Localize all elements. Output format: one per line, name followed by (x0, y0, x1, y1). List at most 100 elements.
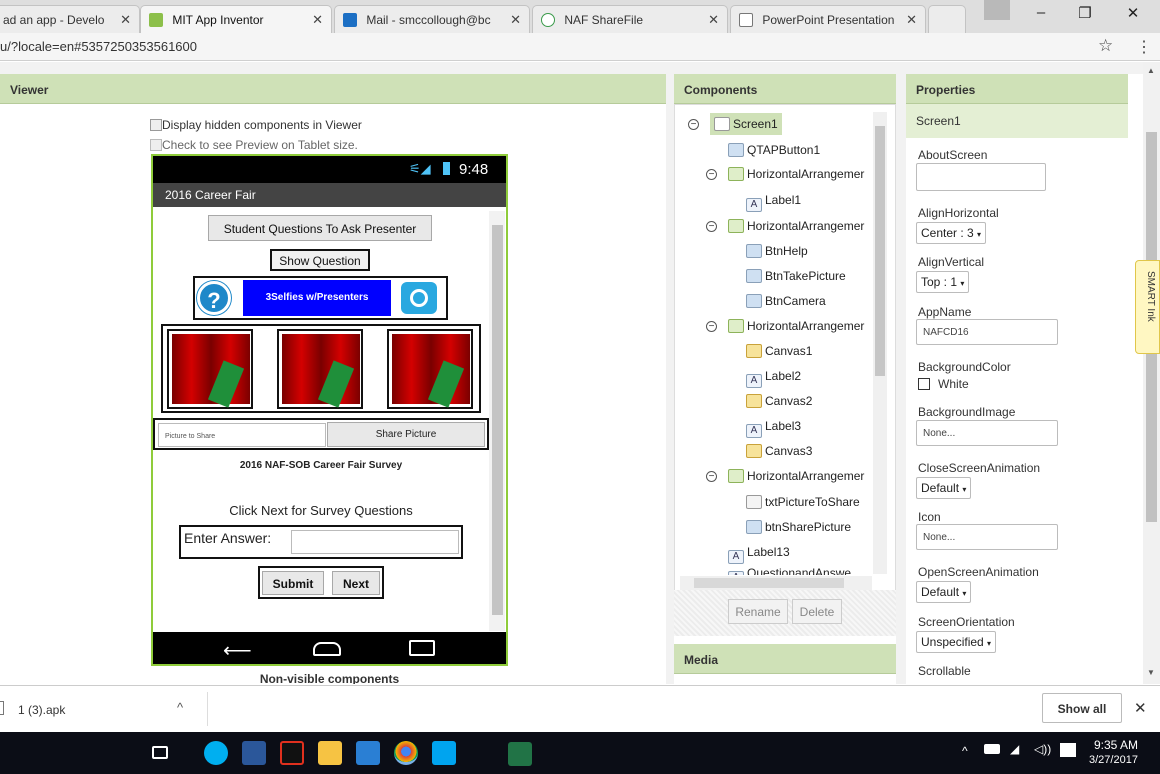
bookmark-star-icon[interactable]: ☆ (1098, 36, 1113, 56)
tab-mail[interactable]: Mail - smccollough@bc ✕ (334, 5, 530, 33)
back-icon[interactable]: ⟵ (223, 638, 252, 663)
display-hidden-checkbox[interactable] (150, 119, 162, 131)
tree-hscroll-thumb[interactable] (694, 578, 844, 588)
screen-orientation-dropdown[interactable]: Unspecified ▾ (916, 631, 997, 653)
close-tab-icon[interactable]: ✕ (906, 12, 917, 28)
download-file-name[interactable]: 1 (3).apk (18, 703, 65, 717)
submit-button[interactable]: Submit (262, 571, 324, 595)
collapse-toggle-icon[interactable]: − (688, 119, 699, 130)
next-button[interactable]: Next (332, 571, 380, 595)
chrome-menu-icon[interactable]: ⋮ (1136, 37, 1152, 57)
tree-node-horizontalarrangement[interactable]: HorizontalArrangemer (728, 469, 864, 483)
selfies-button[interactable]: 3Selfies w/Presenters (243, 280, 391, 316)
tree-node-screen1[interactable]: Screen1 (710, 113, 782, 135)
notes-icon[interactable] (356, 741, 380, 765)
minimize-icon[interactable]: – (1026, 4, 1056, 21)
collapse-toggle-icon[interactable]: − (706, 321, 717, 332)
tree-node-label2[interactable]: A Label2 (746, 369, 801, 388)
tab-develop[interactable]: ad an app - Develo ✕ (0, 5, 140, 33)
smart-ink-tab[interactable]: SMART Ink (1135, 260, 1160, 354)
tree-node-canvas3[interactable]: Canvas3 (746, 444, 812, 458)
tab-powerpoint[interactable]: PowerPoint Presentation ✕ (730, 5, 926, 33)
wifi-tray-icon[interactable]: ◢ (1010, 742, 1019, 756)
acrobat-icon[interactable] (280, 741, 304, 765)
battery-tray-icon[interactable] (984, 744, 1000, 754)
canvas2-image[interactable] (277, 329, 363, 409)
delete-button[interactable]: Delete (792, 599, 842, 624)
icon-picker[interactable]: None... (916, 524, 1058, 550)
projector-icon[interactable] (432, 741, 456, 765)
tree-node-horizontalarrangement[interactable]: HorizontalArrangemer (728, 319, 864, 333)
scroll-down-icon[interactable]: ▼ (1147, 668, 1155, 677)
tree-node-btncamera[interactable]: BtnCamera (746, 294, 826, 308)
task-view-icon[interactable] (152, 746, 168, 759)
close-tab-icon[interactable]: ✕ (312, 12, 323, 28)
align-vertical-dropdown[interactable]: Top : 1 ▾ (916, 271, 970, 293)
tablet-preview-checkbox[interactable] (150, 139, 162, 151)
clock-time[interactable]: 9:35 AM (1094, 738, 1138, 752)
tree-node-questionandanswer[interactable]: AQuestionandAnswe (728, 566, 851, 575)
tree-scrollbar-thumb[interactable] (875, 126, 885, 376)
collapse-toggle-icon[interactable]: − (706, 169, 717, 180)
student-questions-button[interactable]: Student Questions To Ask Presenter (208, 215, 432, 241)
show-question-button[interactable]: Show Question (270, 249, 370, 271)
page-scrollbar[interactable]: ▲ ▼ (1143, 62, 1160, 684)
scroll-up-icon[interactable]: ▲ (1147, 66, 1155, 75)
open-screen-animation-dropdown[interactable]: Default ▾ (916, 581, 972, 603)
word-icon[interactable] (242, 741, 266, 765)
tree-node-label1[interactable]: A Label1 (746, 193, 801, 212)
share-picture-button[interactable]: Share Picture (327, 422, 485, 447)
tree-node-canvas2[interactable]: Canvas2 (746, 394, 812, 408)
help-icon[interactable]: ? (197, 281, 231, 315)
home-icon[interactable] (313, 642, 341, 656)
close-screen-animation-dropdown[interactable]: Default ▾ (916, 477, 972, 499)
restore-icon[interactable]: ❐ (1070, 4, 1100, 22)
tab-sharefile[interactable]: NAF ShareFile ✕ (532, 5, 728, 33)
file-explorer-icon[interactable] (318, 741, 342, 765)
show-all-button[interactable]: Show all (1042, 693, 1122, 723)
publisher-icon[interactable] (508, 742, 532, 766)
camera-icon[interactable] (401, 282, 437, 314)
tree-node-canvas1[interactable]: Canvas1 (746, 344, 812, 358)
close-tab-icon[interactable]: ✕ (708, 12, 719, 28)
new-tab-button[interactable] (928, 5, 966, 33)
close-shelf-icon[interactable]: ✕ (1134, 699, 1147, 717)
download-options-icon[interactable]: ^ (177, 700, 183, 715)
canvas3-image[interactable] (387, 329, 473, 409)
rename-button[interactable]: Rename (728, 599, 788, 624)
profile-icon[interactable] (984, 0, 1010, 20)
canvas1-image[interactable] (167, 329, 253, 409)
show-hidden-icons-icon[interactable]: ^ (962, 744, 968, 758)
collapse-toggle-icon[interactable]: − (706, 471, 717, 482)
about-screen-textarea[interactable] (916, 163, 1046, 191)
volume-icon[interactable]: ◁)) (1034, 742, 1051, 756)
url-text[interactable]: u/?locale=en#5357250353561600 (0, 39, 197, 54)
background-color-picker[interactable]: White (918, 377, 969, 391)
skype-icon[interactable] (204, 741, 228, 765)
collapse-toggle-icon[interactable]: − (706, 221, 717, 232)
tree-node-btnhelp[interactable]: BtnHelp (746, 244, 808, 258)
phone-scrollbar[interactable] (489, 211, 505, 631)
display-hidden-row[interactable]: Display hidden components in Viewer (150, 118, 362, 132)
answer-input[interactable] (291, 530, 459, 554)
close-window-icon[interactable]: ✕ (1118, 4, 1148, 22)
align-horizontal-dropdown[interactable]: Center : 3 ▾ (916, 222, 987, 244)
close-tab-icon[interactable]: ✕ (120, 12, 131, 28)
tree-node-qtapbutton1[interactable]: QTAPButton1 (728, 143, 820, 157)
phone-scrollbar-thumb[interactable] (492, 225, 503, 615)
chrome-icon[interactable] (394, 741, 418, 765)
tab-app-inventor[interactable]: MIT App Inventor ✕ (140, 5, 332, 33)
background-image-picker[interactable]: None... (916, 420, 1058, 446)
picture-to-share-input[interactable]: Picture to Share (158, 423, 326, 447)
tree-node-btnsharepicture[interactable]: btnSharePicture (746, 520, 851, 534)
recent-apps-icon[interactable] (409, 640, 435, 656)
tree-node-txtpicturetoshare[interactable]: txtPictureToShare (746, 495, 860, 509)
tree-node-label3[interactable]: A Label3 (746, 419, 801, 438)
tree-horizontal-scrollbar[interactable] (680, 576, 872, 590)
clock-date[interactable]: 3/27/2017 (1089, 754, 1138, 766)
tree-vertical-scrollbar[interactable] (873, 112, 887, 574)
close-tab-icon[interactable]: ✕ (510, 12, 521, 28)
tree-node-btntakepicture[interactable]: BtnTakePicture (746, 269, 846, 283)
action-center-icon[interactable] (1060, 743, 1076, 757)
tree-node-horizontalarrangement[interactable]: HorizontalArrangemer (728, 167, 864, 181)
